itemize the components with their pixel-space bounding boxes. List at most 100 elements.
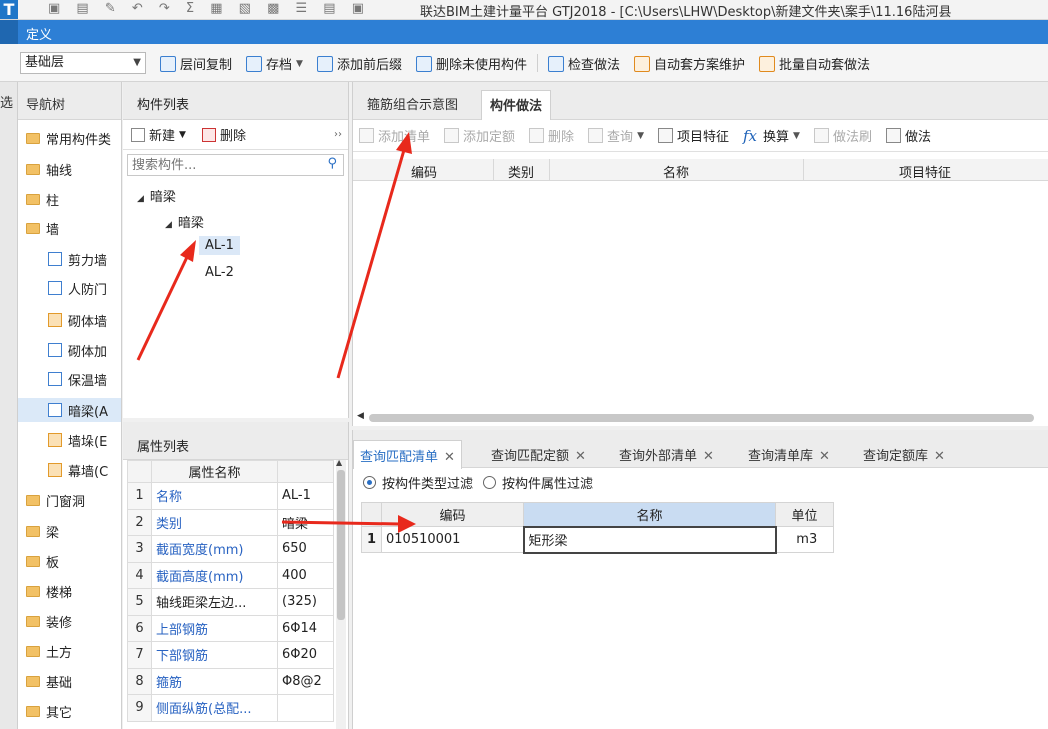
filter-by-attr-radio[interactable] [483,475,497,489]
close-icon[interactable]: ✕ [575,449,586,464]
delete-list-icon [415,55,432,72]
result-name[interactable]: 矩形梁 [522,525,777,554]
search-input[interactable] [128,155,308,175]
auto-scheme-button[interactable]: 自动套方案维护 [634,54,745,73]
nav-item-pilaster[interactable]: 墙垛(E [18,428,121,452]
table-row[interactable]: 8 箍筋 Φ8@2 [127,667,334,695]
delete-component-button[interactable]: 删除 [220,125,246,144]
nav-item-earthwork[interactable]: 土方 [18,639,121,663]
table-row[interactable]: 3 截面宽度(mm) 650 [127,535,334,563]
table-row[interactable]: 5 轴线距梁左边... (325) [127,588,334,616]
close-icon[interactable]: ✕ [934,449,945,464]
nav-item-axis[interactable]: 轴线 [18,157,121,181]
batch-icon [759,55,776,72]
nav-item-beam[interactable]: 梁 [18,519,121,543]
tree-item-al-1[interactable]: AL-1 [199,236,240,255]
search-icon[interactable]: ⚲ [327,156,337,171]
query-button[interactable]: 查询 ▼ [588,126,644,145]
filter-by-type-radio[interactable] [363,475,376,489]
close-icon[interactable]: ✕ [444,450,455,465]
chevron-down-icon[interactable]: ▼ [179,130,186,140]
nav-item-civil-door[interactable]: 人防门 [18,276,121,300]
tree-node-root[interactable]: ◢ 暗梁 [137,186,176,205]
quick-access-icons[interactable]: ▣ ▤ ✎ ↶ ↷ Σ ▦ ▧ ▩ ☰ ▤ ▣ [48,1,370,16]
delete-method-button[interactable]: 删除 [529,126,574,145]
nav-item-foundation[interactable]: 基础 [18,669,121,693]
nav-item-wall[interactable]: 墙 [18,216,121,240]
table-row[interactable]: 1 名称 AL-1 [127,482,334,510]
tree-node-group[interactable]: ◢ 暗梁 [165,212,204,231]
batch-auto-method-button[interactable]: 批量自动套做法 [759,54,870,73]
nav-item-masonry-wall[interactable]: 砌体墙 [18,308,121,332]
method-brush-button[interactable]: 做法刷 [813,126,872,145]
result-unit[interactable]: m3 [775,526,834,553]
fx-icon: fx [743,126,758,145]
collapse-icon[interactable]: ◢ [137,194,144,204]
tab-stirrup-diagram[interactable]: 箍筋组合示意图 [367,94,458,113]
copy-floor-button[interactable]: 层间复制 [160,54,232,73]
query-filters: 按构件类型过滤 按构件属性过滤 [353,468,1048,496]
nav-item-insulation-wall[interactable]: 保温墙 [18,367,121,391]
filter-by-type-label[interactable]: 按构件类型过滤 [382,473,473,492]
save-button[interactable]: 存档 ▼ [246,54,303,73]
nav-item-other[interactable]: 其它 [18,699,121,723]
scrollbar-thumb[interactable] [369,414,1034,422]
collapse-icon[interactable]: ◢ [165,220,172,230]
table-row[interactable]: 9 侧面纵筋(总配... [127,694,334,722]
method-hscroll[interactable]: ◀ [355,411,1047,424]
copy-icon [160,55,176,72]
folder-open-icon [26,222,40,234]
nav-item-shear-wall[interactable]: 剪力墙 [18,247,121,271]
tab-match-quota[interactable]: 查询匹配定额 ✕ [491,445,586,464]
delete-unused-button[interactable]: 删除未使用构件 [415,54,527,73]
col-code: 编码 [381,502,524,527]
method-extra-button[interactable]: 做法 [885,126,931,145]
add-prefix-suffix-button[interactable]: 添加前后缀 [316,54,402,73]
nav-item-hidden-beam[interactable]: 暗梁(A [18,398,121,422]
nav-item-common[interactable]: 常用构件类 [18,126,121,150]
table-row[interactable]: 6 上部钢筋 6Φ14 [127,614,334,642]
add-quota-button[interactable]: 添加定额 [444,126,515,145]
nav-header: 导航树 [18,82,121,120]
table-row[interactable]: 1 010510001 矩形梁 m3 [361,525,834,554]
layer-select[interactable]: 基础层 ▼ [20,52,146,74]
item-feature-button[interactable]: 项目特征 [657,126,729,145]
more-icon[interactable]: ›› [334,129,342,140]
folder-icon [26,585,40,597]
tab-component-method[interactable]: 构件做法 [481,90,552,120]
check-method-button[interactable]: 检查做法 [547,54,620,73]
close-icon[interactable]: ✕ [703,449,714,464]
tab-match-bill[interactable]: 查询匹配清单 ✕ [353,440,462,469]
table-row[interactable]: 7 下部钢筋 6Φ20 [127,641,334,669]
result-code[interactable]: 010510001 [381,526,524,553]
nav-item-stairs[interactable]: 楼梯 [18,579,121,603]
nav-item-openings[interactable]: 门窗洞 [18,488,121,512]
nav-item-finish[interactable]: 装修 [18,609,121,633]
nav-item-column[interactable]: 柱 [18,187,121,211]
delete-icon [529,128,545,143]
layer-select-value: 基础层 [25,55,65,70]
close-icon[interactable]: ✕ [819,449,830,464]
nav-item-curtain-wall[interactable]: 幕墙(C [18,458,121,482]
filter-by-attr-label[interactable]: 按构件属性过滤 [502,473,593,492]
method-tools: 添加清单 添加定额 删除 查询 ▼ 项目特征 fx 换算 ▼ 做法刷 做法 [353,120,1048,152]
scroll-up-icon[interactable]: ▲ [336,458,342,467]
tab-bill-library[interactable]: 查询清单库 ✕ [748,445,830,464]
nav-item-slab[interactable]: 板 [18,549,121,573]
new-component-button[interactable]: 新建 [149,125,175,144]
table-row[interactable]: 2 类别 暗梁 [127,508,334,536]
table-row[interactable]: 4 截面高度(mm) 400 [127,561,334,589]
scrollbar-thumb[interactable] [337,470,345,620]
convert-button[interactable]: fx 换算 ▼ [743,126,800,146]
folder-icon [26,705,40,717]
property-scrollbar[interactable]: ▲ [336,458,346,729]
method-panel: 箍筋组合示意图 构件做法 添加清单 添加定额 删除 查询 ▼ 项目特征 fx 换算 ▼… [352,82,1048,426]
add-bill-button[interactable]: 添加清单 [359,126,430,145]
tab-quota-library[interactable]: 查询定额库 ✕ [863,445,945,464]
navigation-tree: 导航树 常用构件类 轴线 柱 墙 剪力墙 人防门 砌体墙 砌体加 保温墙 暗梁(… [18,82,122,729]
nav-item-masonry-rebar[interactable]: 砌体加 [18,338,121,362]
tree-item-al-2[interactable]: AL-2 [205,265,234,280]
method-tabs: 箍筋组合示意图 构件做法 [353,82,1048,120]
tab-external-bill[interactable]: 查询外部清单 ✕ [619,445,714,464]
scroll-left-icon[interactable]: ◀ [357,411,364,421]
